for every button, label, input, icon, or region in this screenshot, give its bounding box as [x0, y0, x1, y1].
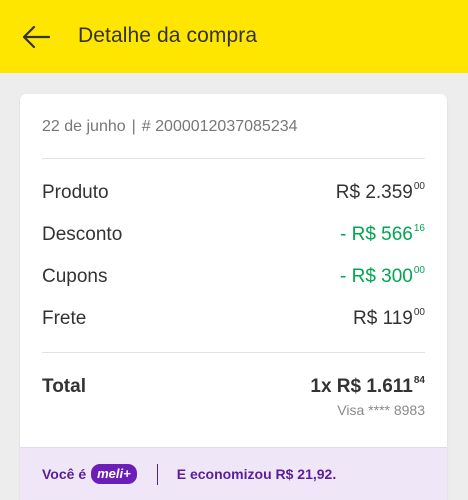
total-row: Total 1x R$ 1.61184 — [42, 375, 425, 398]
divider — [42, 158, 425, 159]
banner-separator — [156, 463, 158, 485]
payment-method: Visa **** 8983 — [337, 402, 425, 418]
divider — [42, 352, 425, 353]
banner-savings: E economizou R$ 21,92. — [176, 466, 337, 482]
order-number: # 2000012037085234 — [141, 118, 298, 135]
back-button[interactable] — [18, 22, 54, 52]
meta-separator: | — [131, 118, 136, 135]
row-value: R$ 11900 — [353, 307, 425, 329]
row-value: R$ 2.35900 — [335, 181, 425, 203]
total-label: Total — [42, 376, 86, 397]
row-label: Cupons — [42, 266, 108, 287]
row-label: Produto — [42, 182, 109, 203]
summary-row-cupons: Cupons - R$ 30000 — [42, 265, 425, 289]
row-value: - R$ 30000 — [340, 265, 425, 287]
row-label: Desconto — [42, 224, 123, 245]
meli-plus-banner: Você é meli+ E economizou R$ 21,92. — [20, 447, 447, 500]
summary-row-produto: Produto R$ 2.35900 — [42, 181, 425, 205]
purchase-detail-card: 22 de junho | # 2000012037085234 Produto R… — [20, 94, 447, 500]
arrow-left-icon — [22, 25, 51, 49]
summary-row-desconto: Desconto - R$ 56616 — [42, 223, 425, 247]
row-value: - R$ 56616 — [340, 223, 425, 245]
order-meta: 22 de junho | # 2000012037085234 — [42, 118, 298, 136]
app-header: Detalhe da compra — [0, 0, 468, 73]
meli-plus-badge: meli+ — [91, 464, 137, 484]
page-title: Detalhe da compra — [78, 24, 258, 47]
order-date: 22 de junho — [42, 118, 126, 135]
row-label: Frete — [42, 308, 87, 329]
summary-row-frete: Frete R$ 11900 — [42, 307, 425, 331]
total-value: 1x R$ 1.61184 — [310, 375, 425, 397]
banner-prefix: Você é — [42, 466, 87, 482]
